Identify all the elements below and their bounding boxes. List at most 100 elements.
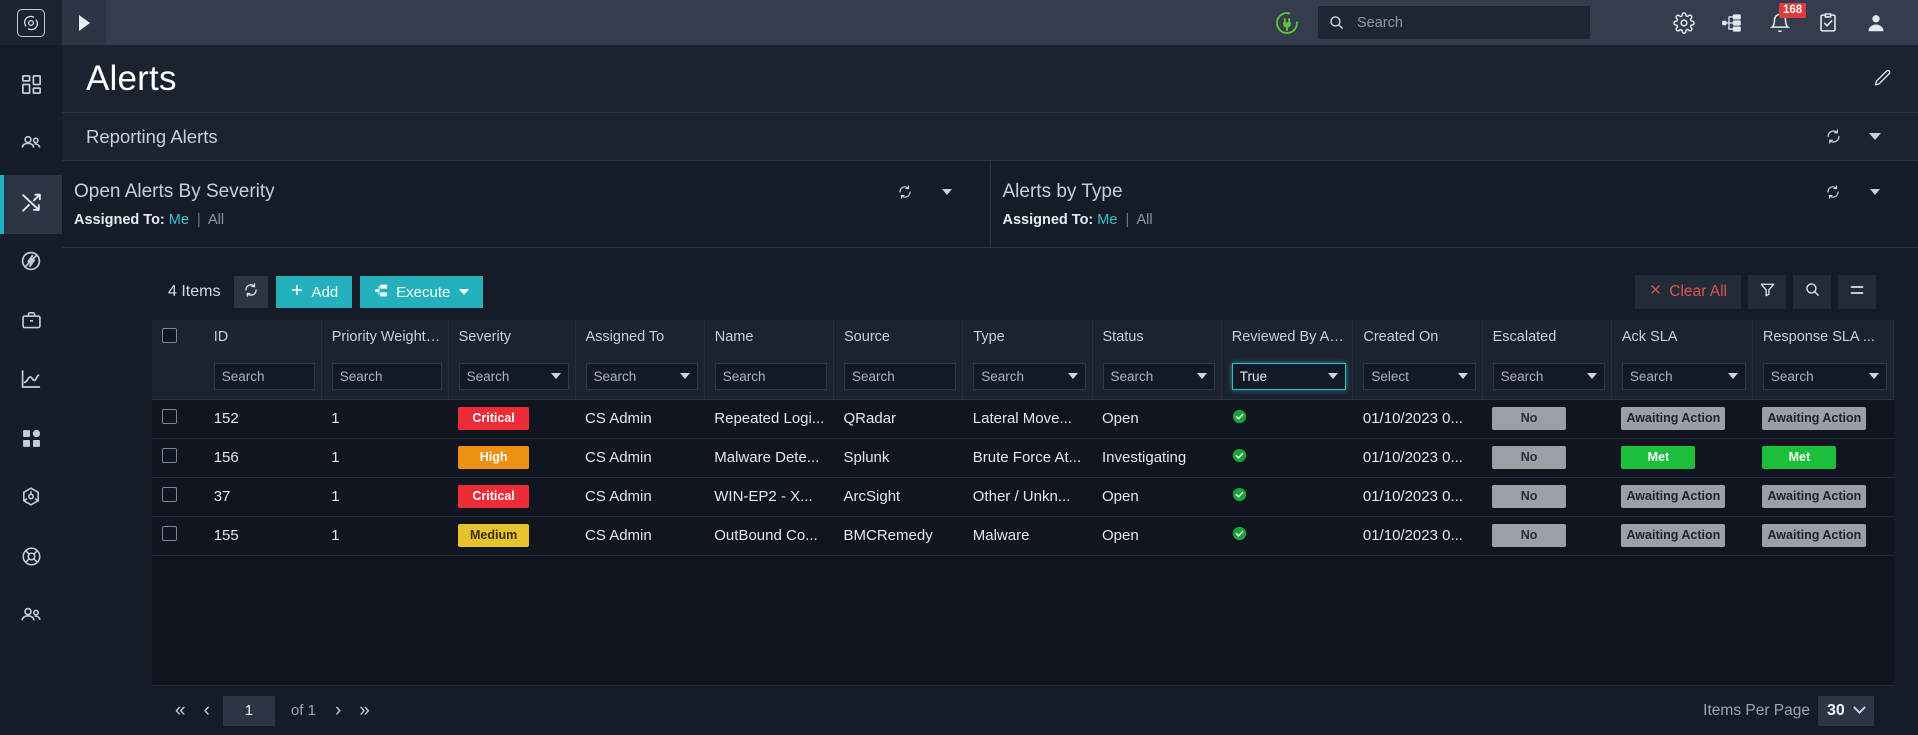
page-number-input[interactable]: 1 bbox=[222, 695, 275, 726]
search-input[interactable] bbox=[1357, 14, 1580, 31]
filter-input-source[interactable]: Search bbox=[844, 362, 957, 390]
section-chevron-down-icon[interactable] bbox=[1854, 133, 1896, 140]
global-search[interactable] bbox=[1318, 6, 1590, 39]
section-refresh-icon[interactable] bbox=[1812, 128, 1854, 145]
prev-page-button[interactable]: ‹ bbox=[195, 701, 219, 720]
col-header-severity[interactable]: Severity bbox=[448, 320, 576, 354]
items-per-page-select[interactable]: 30 bbox=[1818, 695, 1874, 726]
filter-select-ack-sla[interactable]: Search bbox=[1621, 362, 1746, 390]
sitemap-icon[interactable] bbox=[1708, 0, 1756, 45]
sidebar-item-support[interactable] bbox=[0, 529, 62, 588]
grid-refresh-button[interactable] bbox=[234, 276, 269, 308]
sidebar-item-dashboard[interactable] bbox=[0, 57, 62, 116]
table-row[interactable]: 155 1 Medium CS Admin OutBound Co... BMC… bbox=[152, 516, 1894, 556]
filter-select-created-on[interactable]: Select bbox=[1363, 362, 1476, 390]
col-header-resp-sla[interactable]: Response SLA ... bbox=[1752, 320, 1894, 354]
sidebar-item-reports[interactable] bbox=[0, 352, 62, 411]
filter-input-priority[interactable]: Search bbox=[331, 362, 442, 390]
filter-select-severity[interactable]: Search bbox=[458, 362, 569, 390]
col-header-created[interactable]: Created On bbox=[1352, 320, 1483, 354]
plugin-status-icon[interactable] bbox=[1272, 8, 1302, 38]
triangle-right-glyph bbox=[78, 14, 90, 31]
sidebar-item-users[interactable] bbox=[0, 588, 62, 647]
col-header-id[interactable]: ID bbox=[203, 320, 322, 354]
assigned-all-link[interactable]: All bbox=[208, 212, 224, 228]
chevron-down-icon bbox=[1196, 373, 1207, 380]
severity-badge: High bbox=[458, 446, 530, 469]
col-header-type[interactable]: Type bbox=[962, 320, 1093, 354]
table-row[interactable]: 37 1 Critical CS Admin WIN-EP2 - X... Ar… bbox=[152, 477, 1894, 517]
sidebar-item-people[interactable] bbox=[0, 116, 62, 175]
col-header-ack-sla[interactable]: Ack SLA bbox=[1611, 320, 1753, 354]
clear-all-button[interactable]: Clear All bbox=[1635, 275, 1741, 309]
table-row[interactable]: 156 1 High CS Admin Malware Dete... Splu… bbox=[152, 438, 1894, 478]
filter-text: Search bbox=[981, 368, 1025, 384]
sidebar-item-cases[interactable] bbox=[0, 293, 62, 352]
sidebar-item-widgets[interactable] bbox=[0, 411, 62, 470]
expand-panel-icon[interactable] bbox=[62, 0, 106, 45]
row-checkbox[interactable] bbox=[162, 526, 177, 541]
assigned-me-link[interactable]: Me bbox=[169, 212, 189, 228]
filter-text: Search bbox=[1500, 368, 1544, 384]
row-checkbox[interactable] bbox=[162, 409, 177, 424]
filter-select-assigned[interactable]: Search bbox=[585, 362, 698, 390]
col-header-escalated[interactable]: Escalated bbox=[1482, 320, 1612, 354]
row-checkbox[interactable] bbox=[162, 448, 177, 463]
col-header-source[interactable]: Source bbox=[833, 320, 964, 354]
assigned-separator: | bbox=[196, 211, 201, 228]
add-button[interactable]: Add bbox=[276, 276, 353, 308]
filter-select-escalated[interactable]: Search bbox=[1492, 362, 1605, 390]
pencil-icon[interactable] bbox=[1872, 68, 1893, 89]
filter-text: True bbox=[1239, 368, 1268, 384]
select-all-checkbox[interactable] bbox=[162, 327, 177, 343]
filter-select-response-sla[interactable]: Search bbox=[1762, 362, 1887, 390]
widget-chevron-down-icon[interactable] bbox=[926, 188, 968, 195]
bell-icon[interactable]: 168 bbox=[1756, 0, 1807, 45]
assigned-me-link[interactable]: Me bbox=[1097, 212, 1117, 228]
filter-select-status[interactable]: Search bbox=[1102, 362, 1215, 390]
col-header-status[interactable]: Status bbox=[1092, 320, 1222, 354]
execute-button[interactable]: Execute bbox=[360, 276, 484, 308]
first-page-button[interactable]: « bbox=[166, 701, 195, 720]
widget-refresh-icon[interactable] bbox=[1812, 184, 1854, 200]
grid-scroll-region[interactable]: ID Priority Weight ... Severity Assigned… bbox=[152, 320, 1894, 685]
grid-menu-button[interactable] bbox=[1838, 275, 1876, 309]
cell-created-on: 01/10/2023 0... bbox=[1352, 477, 1483, 517]
table-header-row: ID Priority Weight ... Severity Assigned… bbox=[152, 320, 1894, 354]
col-header-name[interactable]: Name bbox=[704, 320, 835, 354]
user-icon[interactable] bbox=[1852, 0, 1900, 45]
col-header-assigned[interactable]: Assigned To bbox=[575, 320, 705, 354]
col-header-reviewed[interactable]: Reviewed By Analy bbox=[1221, 320, 1354, 354]
grid-search-button[interactable] bbox=[1793, 275, 1831, 309]
filter-text: Search bbox=[722, 368, 766, 384]
filter-select-reviewed-by-analyst[interactable]: True bbox=[1231, 362, 1347, 390]
col-header-priority[interactable]: Priority Weight ... bbox=[321, 320, 449, 354]
filter-input-name[interactable]: Search bbox=[714, 362, 828, 390]
clipboard-check-icon[interactable] bbox=[1804, 0, 1852, 45]
sidebar-item-threat[interactable] bbox=[0, 470, 62, 529]
row-checkbox[interactable] bbox=[162, 487, 177, 502]
widget-chevron-down-icon[interactable] bbox=[1854, 188, 1896, 195]
chevron-down-icon bbox=[1869, 373, 1879, 380]
gear-icon[interactable] bbox=[1660, 0, 1708, 45]
widget-refresh-icon[interactable] bbox=[884, 184, 926, 200]
cell-created-on: 01/10/2023 0... bbox=[1352, 399, 1483, 439]
cell-assigned-to[interactable]: CS Admin bbox=[575, 516, 705, 556]
grid-card-wrapper: 4 Items Add Execute Clear All ID Priorit… bbox=[62, 248, 1918, 735]
green-check-icon bbox=[1231, 447, 1248, 464]
assigned-all-link[interactable]: All bbox=[1137, 212, 1153, 228]
filter-checkbox-cell bbox=[152, 354, 204, 400]
filter-select-type[interactable]: Search bbox=[973, 362, 1086, 390]
sidebar-item-automation[interactable] bbox=[0, 234, 62, 293]
next-page-button[interactable]: › bbox=[326, 701, 350, 720]
cell-assigned-to[interactable]: CS Admin bbox=[575, 477, 705, 517]
sidebar-item-alerts[interactable] bbox=[0, 175, 62, 234]
last-page-button[interactable]: » bbox=[350, 701, 379, 720]
filter-button[interactable] bbox=[1748, 275, 1786, 309]
cell-assigned-to[interactable]: CS Admin bbox=[575, 399, 705, 439]
filter-input-id[interactable]: Search bbox=[213, 362, 315, 390]
table-row[interactable]: 152 1 Critical CS Admin Repeated Logi...… bbox=[152, 399, 1894, 439]
filter-text: Search bbox=[221, 368, 265, 384]
app-logo[interactable] bbox=[0, 0, 62, 45]
cell-assigned-to[interactable]: CS Admin bbox=[575, 438, 705, 478]
